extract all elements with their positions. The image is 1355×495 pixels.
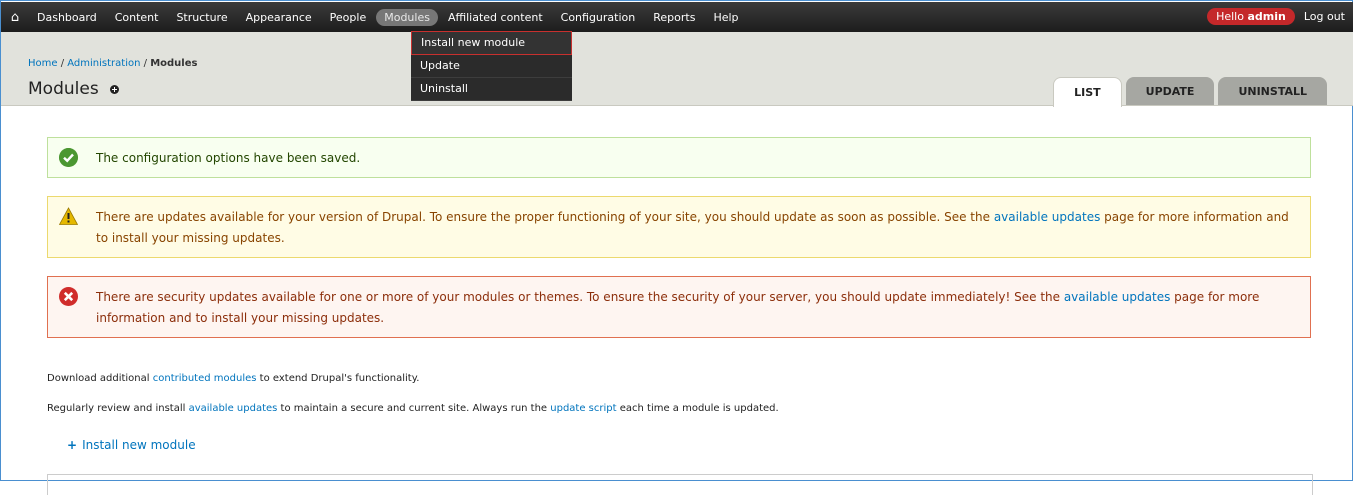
nav-structure[interactable]: Structure [168, 9, 235, 26]
download-info: Download additional contributed modules … [47, 373, 419, 384]
status-message: The configuration options have been save… [47, 137, 1311, 178]
breadcrumb-home[interactable]: Home [28, 58, 58, 69]
primary-tabs: LIST UPDATE UNINSTALL [1049, 77, 1327, 107]
nav-modules[interactable]: Modules [376, 8, 438, 26]
tab-list[interactable]: LIST [1053, 77, 1122, 107]
nav-appearance[interactable]: Appearance [238, 9, 320, 26]
contributed-modules-link[interactable]: contributed modules [153, 373, 257, 384]
breadcrumb-separator: / [140, 58, 151, 69]
toolbar-nav: Dashboard Content Structure Appearance P… [29, 8, 749, 26]
error-message: There are security updates available for… [47, 276, 1311, 338]
tab-update[interactable]: UPDATE [1125, 77, 1215, 105]
available-updates-link[interactable]: available updates [189, 403, 278, 414]
review-text: Regularly review and install [47, 403, 189, 414]
menu-item-update[interactable]: Update [411, 55, 572, 78]
menu-item-uninstall[interactable]: Uninstall [411, 78, 572, 101]
install-link-label: Install new module [82, 438, 196, 452]
nav-configuration[interactable]: Configuration [553, 9, 644, 26]
review-info: Regularly review and install available u… [47, 403, 779, 414]
review-text-mid: to maintain a secure and current site. A… [277, 403, 551, 414]
page-header: Home / Administration / Modules Modules … [1, 32, 1353, 107]
modules-table-container [47, 474, 1313, 495]
tab-uninstall[interactable]: UNINSTALL [1218, 77, 1327, 105]
nav-help[interactable]: Help [705, 9, 746, 26]
update-script-link[interactable]: update script [550, 403, 616, 414]
install-new-module-link[interactable]: + Install new module [67, 438, 196, 452]
download-text: Download additional [47, 373, 153, 384]
breadcrumb: Home / Administration / Modules [28, 58, 197, 69]
user-badge[interactable]: Hello admin [1207, 8, 1295, 25]
breadcrumb-separator: / [57, 58, 68, 69]
nav-content[interactable]: Content [107, 9, 167, 26]
admin-toolbar: ⌂ Dashboard Content Structure Appearance… [1, 2, 1353, 32]
logout-link[interactable]: Log out [1304, 10, 1345, 23]
nav-reports[interactable]: Reports [645, 9, 703, 26]
warning-icon [59, 207, 78, 225]
review-text-end: each time a module is updated. [616, 403, 779, 414]
modules-dropdown-menu: Install new module Update Uninstall [411, 31, 572, 101]
breadcrumb-administration[interactable]: Administration [67, 58, 140, 69]
toolbar-user: Hello admin Log out [1207, 8, 1345, 25]
add-shortcut-icon[interactable] [110, 85, 120, 94]
available-updates-link[interactable]: available updates [994, 210, 1101, 224]
menu-item-install-new-module[interactable]: Install new module [411, 31, 572, 55]
breadcrumb-current: Modules [150, 58, 198, 69]
warning-message-text: There are updates available for your ver… [96, 210, 994, 224]
nav-dashboard[interactable]: Dashboard [29, 9, 105, 26]
page-title: Modules [28, 79, 120, 99]
username: admin [1247, 10, 1286, 23]
nav-people[interactable]: People [322, 9, 375, 26]
error-message-text: There are security updates available for… [96, 290, 1064, 304]
error-icon [59, 287, 78, 306]
hello-label: Hello [1216, 10, 1244, 23]
nav-affiliated-content[interactable]: Affiliated content [440, 9, 551, 26]
check-icon [59, 148, 78, 167]
page-title-text: Modules [28, 79, 99, 99]
warning-message: There are updates available for your ver… [47, 196, 1311, 258]
available-updates-link[interactable]: available updates [1064, 290, 1171, 304]
download-text-end: to extend Drupal's functionality. [256, 373, 420, 384]
home-icon[interactable]: ⌂ [1, 10, 29, 25]
status-message-text: The configuration options have been save… [96, 151, 361, 165]
plus-icon: + [67, 438, 78, 452]
